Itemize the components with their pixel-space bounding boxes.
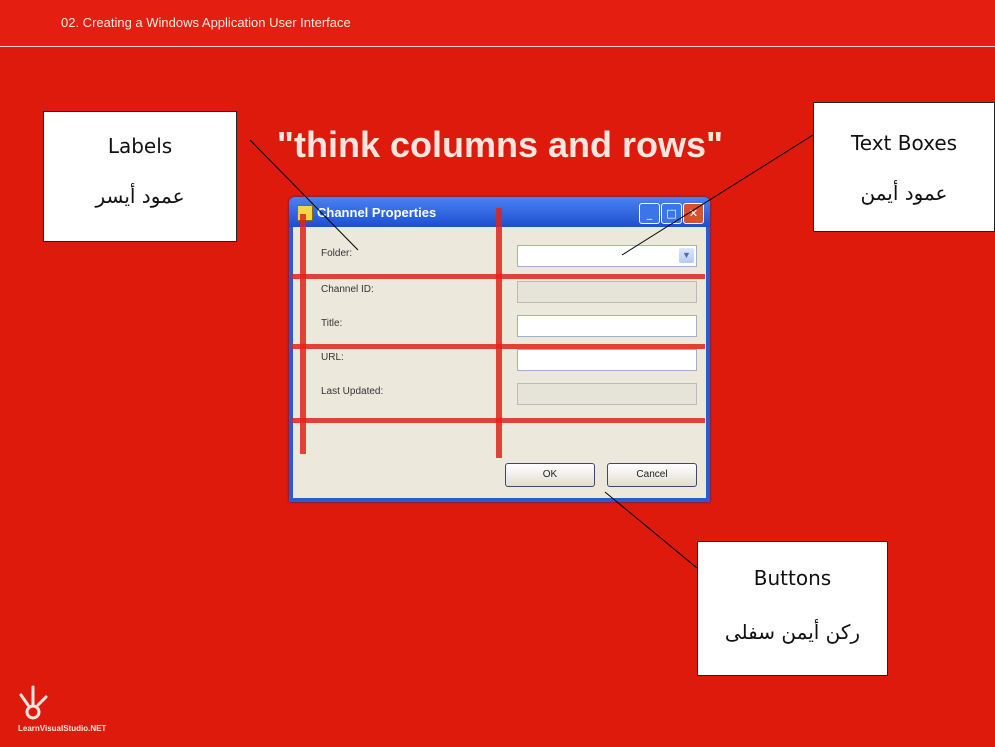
- labels-callout-ar: عمود أيسر: [95, 184, 185, 208]
- slide: 02. Creating a Windows Application User …: [0, 0, 995, 747]
- buttons-connector: [604, 491, 698, 569]
- textboxes-connector: [621, 134, 814, 256]
- labels-connector: [249, 139, 359, 251]
- buttons-callout-ar: ركن أيمن سفلى: [724, 620, 861, 644]
- textboxes-callout-ar: عمود أيمن: [860, 181, 948, 205]
- buttons-callout: Buttons ركن أيمن سفلى: [697, 541, 888, 676]
- logo-text: LearnVisualStudio.NET: [18, 724, 107, 733]
- labels-callout-en: Labels: [107, 134, 173, 158]
- textboxes-callout: Text Boxes عمود أيمن: [813, 102, 995, 232]
- textboxes-callout-en: Text Boxes: [850, 131, 958, 155]
- labels-callout: Labels عمود أيسر: [43, 111, 237, 242]
- lightbulb-logo-icon: [19, 685, 48, 720]
- buttons-callout-en: Buttons: [753, 566, 832, 590]
